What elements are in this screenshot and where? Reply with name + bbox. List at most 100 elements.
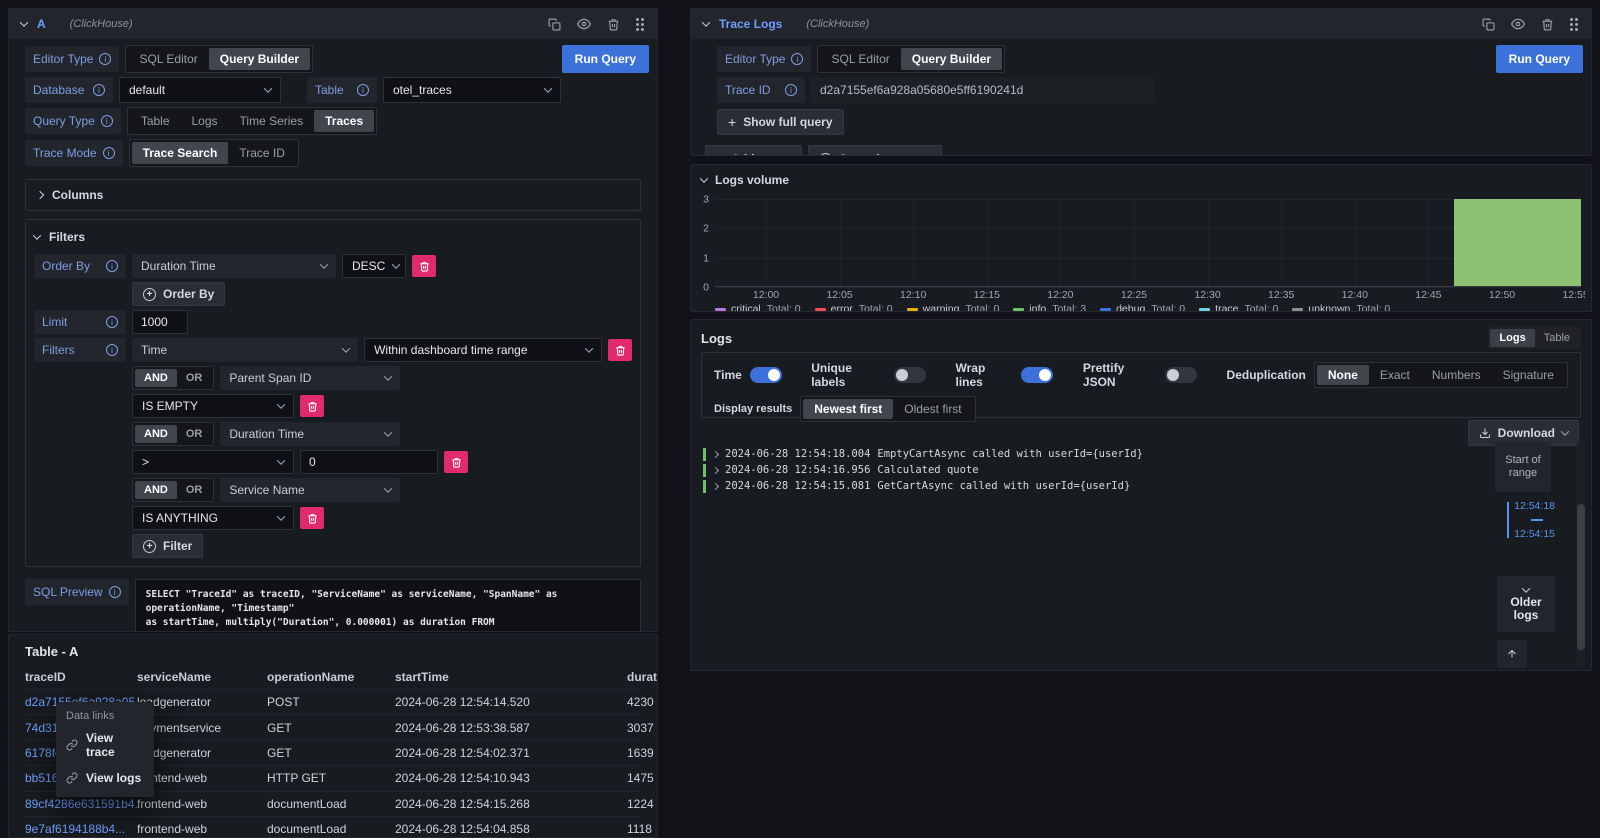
condition-field-select[interactable]: Duration Time [220, 422, 400, 446]
log-row[interactable]: 2024-06-28 12:54:18.004EmptyCartAsync ca… [703, 446, 1491, 462]
limit-input[interactable] [132, 310, 188, 334]
show-full-query-button[interactable]: Show full query [717, 109, 844, 135]
column-header-operation-name[interactable]: operationName [267, 670, 395, 684]
expand-log-chevron[interactable] [713, 464, 725, 476]
remove-filter-button[interactable] [608, 339, 632, 361]
expand-log-chevron[interactable] [713, 480, 725, 492]
trace-id-link[interactable]: 9e7af6194188b4... [25, 822, 137, 836]
duplicate-query-icon[interactable] [1482, 18, 1495, 31]
dedup-exact[interactable]: Exact [1369, 365, 1421, 385]
column-header-duration[interactable]: duration [627, 670, 658, 684]
column-header-service-name[interactable]: serviceName [137, 670, 267, 684]
legend-item[interactable]: infoTotal: 3 [1013, 303, 1086, 312]
run-query-button[interactable]: Run Query [562, 45, 649, 73]
scrollbar-thumb[interactable] [1577, 504, 1585, 650]
order-by-field-select[interactable]: Duration Time [132, 254, 336, 278]
table-view-option[interactable]: Table [1535, 329, 1579, 347]
delete-query-icon[interactable] [607, 18, 620, 31]
or-toggle[interactable]: OR [177, 369, 212, 387]
add-filter-button[interactable]: Filter [132, 534, 203, 558]
hide-response-eye-icon[interactable] [1511, 17, 1525, 31]
query-header-trace-logs[interactable]: Trace Logs (ClickHouse) [691, 9, 1591, 39]
or-toggle[interactable]: OR [177, 425, 212, 443]
trace-mode-trace-id[interactable]: Trace ID [228, 142, 296, 164]
database-select[interactable]: default [119, 77, 281, 103]
run-query-button[interactable]: Run Query [1496, 45, 1583, 73]
remove-condition-button[interactable] [444, 451, 468, 473]
remove-condition-button[interactable] [300, 507, 324, 529]
logs-view-option[interactable]: Logs [1490, 329, 1534, 347]
drag-handle-icon[interactable] [636, 18, 639, 21]
add-order-by-button[interactable]: Order By [132, 282, 225, 306]
condition-field-select[interactable]: Parent Span ID [220, 366, 400, 390]
legend-item[interactable]: warningTotal: 0 [907, 303, 1000, 312]
circle-plus-icon [143, 540, 156, 553]
duplicate-query-icon[interactable] [548, 18, 561, 31]
condition-operator-select[interactable]: > [132, 450, 294, 474]
log-message: Calculated quote [877, 464, 978, 476]
scroll-to-top-button[interactable] [1497, 640, 1527, 668]
remove-order-by-button[interactable] [412, 255, 436, 277]
oldest-first-option[interactable]: Oldest first [893, 399, 972, 419]
columns-section-toggle[interactable]: Columns [25, 179, 641, 211]
legend-item[interactable]: debugTotal: 0 [1100, 303, 1185, 312]
delete-query-icon[interactable] [1541, 18, 1554, 31]
legend-item[interactable]: errorTotal: 0 [815, 303, 893, 312]
log-row[interactable]: 2024-06-28 12:54:16.956Calculated quote [703, 462, 1491, 478]
dedup-signature[interactable]: Signature [1492, 365, 1565, 385]
view-trace-menu-item[interactable]: View trace [56, 725, 154, 765]
column-header-trace-id[interactable]: traceID [25, 670, 137, 684]
logs-volume-header[interactable]: Logs volume [691, 165, 1591, 187]
order-by-direction-select[interactable]: DESC [342, 254, 406, 278]
or-toggle[interactable]: OR [177, 481, 212, 499]
query-type-traces[interactable]: Traces [314, 110, 374, 132]
prettify-json-toggle[interactable] [1165, 367, 1197, 383]
condition-operator-select[interactable]: IS ANYTHING [132, 506, 294, 530]
newest-first-option[interactable]: Newest first [803, 399, 893, 419]
expand-log-chevron[interactable] [713, 448, 725, 460]
condition-operator-select[interactable]: IS EMPTY [132, 394, 294, 418]
condition-value-input[interactable] [300, 450, 438, 474]
dedup-none[interactable]: None [1317, 365, 1369, 385]
dedup-numbers[interactable]: Numbers [1421, 365, 1492, 385]
time-toggle[interactable] [750, 367, 782, 383]
legend-series-total: Total: 3 [1052, 303, 1086, 312]
query-inspector-button[interactable]: Query inspector [808, 145, 942, 156]
and-toggle[interactable]: AND [135, 481, 177, 499]
editor-type-sql-editor[interactable]: SQL Editor [128, 48, 208, 70]
remove-condition-button[interactable] [300, 395, 324, 417]
drag-handle-icon[interactable] [1570, 18, 1573, 21]
collapse-chevron-icon[interactable] [702, 18, 710, 26]
hide-response-eye-icon[interactable] [577, 17, 591, 31]
condition-field-select[interactable]: Service Name [220, 478, 400, 502]
editor-type-query-builder[interactable]: Query Builder [209, 48, 310, 70]
legend-item[interactable]: unknownTotal: 0 [1292, 303, 1390, 312]
older-logs-button[interactable]: Older logs [1497, 576, 1555, 632]
trace-mode-trace-search[interactable]: Trace Search [132, 142, 229, 164]
filters-section-toggle[interactable]: Filters [34, 226, 632, 248]
log-row[interactable]: 2024-06-28 12:54:15.081GetCartAsync call… [703, 478, 1491, 494]
unique-labels-toggle[interactable] [894, 367, 926, 383]
legend-item[interactable]: criticalTotal: 0 [715, 303, 801, 312]
legend-item[interactable]: traceTotal: 0 [1199, 303, 1278, 312]
trace-id-input[interactable] [811, 77, 1155, 103]
query-header-a[interactable]: A (ClickHouse) [9, 9, 657, 39]
query-type-time-series[interactable]: Time Series [229, 110, 315, 132]
and-toggle[interactable]: AND [135, 425, 177, 443]
editor-type-query-builder[interactable]: Query Builder [901, 48, 1002, 70]
and-toggle[interactable]: AND [135, 369, 177, 387]
column-header-start-time[interactable]: startTime [395, 670, 627, 684]
logs-scrollbar[interactable] [1577, 440, 1585, 668]
query-type-table[interactable]: Table [130, 110, 181, 132]
trace-id-link[interactable]: 89cf4286e631591b4... [25, 797, 137, 811]
filter-value-select[interactable]: Within dashboard time range [364, 338, 602, 362]
add-query-button[interactable]: Add query [705, 145, 802, 156]
logs-volume-panel: Logs volume 3210 12:0012:0512:1012:1512:… [690, 164, 1592, 312]
collapse-chevron-icon[interactable] [20, 18, 28, 26]
query-type-logs[interactable]: Logs [181, 110, 229, 132]
table-select[interactable]: otel_traces [383, 77, 561, 103]
view-logs-menu-item[interactable]: View logs [56, 765, 154, 791]
filter-field-select[interactable]: Time [132, 338, 358, 362]
wrap-lines-toggle[interactable] [1021, 367, 1053, 383]
editor-type-sql-editor[interactable]: SQL Editor [820, 48, 900, 70]
